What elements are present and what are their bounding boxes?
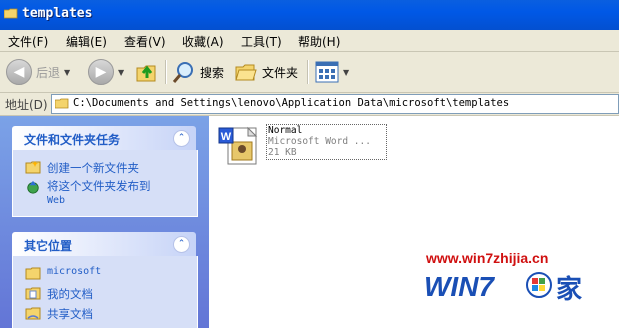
file-name: Normal <box>268 125 303 136</box>
menu-tools[interactable]: 工具(T) <box>241 33 282 50</box>
forward-dropdown-icon: ▼ <box>118 67 125 77</box>
back-button[interactable]: ◀ 后退 ▼ <box>6 57 70 87</box>
place-my-documents[interactable]: 我的文档 <box>25 286 93 302</box>
word-document-icon: W <box>218 126 258 165</box>
file-size: 21 KB <box>268 147 297 158</box>
watermark-url: www.win7zhijia.cn <box>426 250 549 266</box>
title-bar: templates <box>0 0 619 30</box>
collapse-chevron-icon[interactable]: ⌃ <box>173 236 190 253</box>
places-panel-title: 其它位置 <box>24 239 73 253</box>
place-microsoft[interactable]: microsoft <box>25 266 101 280</box>
folders-icon <box>235 64 257 81</box>
up-folder-button[interactable] <box>135 57 159 87</box>
place-my-documents-label: 我的文档 <box>47 287 93 301</box>
task-publish-web-sub: Web <box>47 195 66 206</box>
back-label: 后退 <box>36 65 61 80</box>
menu-file[interactable]: 文件(F) <box>8 33 48 50</box>
task-new-folder[interactable]: 创建一个新文件夹 <box>25 160 139 176</box>
place-microsoft-label: microsoft <box>47 266 102 277</box>
folder-icon <box>55 98 69 109</box>
svg-text:家: 家 <box>556 274 582 304</box>
collapse-chevron-icon[interactable]: ⌃ <box>173 130 190 147</box>
tasks-panel-body: 创建一个新文件夹 将这个文件夹发布到 Web <box>12 150 198 217</box>
place-shared-documents[interactable]: 共享文档 <box>25 306 93 322</box>
file-type: Microsoft Word ... <box>268 136 371 147</box>
menu-favorites[interactable]: 收藏(A) <box>182 33 224 50</box>
publish-web-icon <box>27 180 39 194</box>
tasks-panel-header[interactable]: 文件和文件夹任务 ⌃ <box>12 126 196 150</box>
folders-button[interactable]: 文件夹 <box>234 57 298 87</box>
forward-arrow-icon: ▶ <box>88 59 114 85</box>
folder-icon <box>4 8 18 19</box>
views-dropdown-icon: ▼ <box>343 67 350 77</box>
search-icon <box>172 62 193 83</box>
address-label: 地址(D) <box>5 98 48 112</box>
address-bar: 地址(D) C:\Documents and Settings\lenovo\A… <box>0 93 619 116</box>
places-panel-body: microsoft 我的文档 共享文档 <box>12 256 198 329</box>
search-label: 搜索 <box>200 65 225 80</box>
watermark-logo: WIN7 家 <box>424 271 582 304</box>
menu-help[interactable]: 帮助(H) <box>298 33 340 50</box>
folder-icon <box>25 267 41 280</box>
window-title: templates <box>22 6 93 21</box>
shared-documents-icon <box>25 307 41 320</box>
address-path: C:\Documents and Settings\lenovo\Applica… <box>73 97 510 109</box>
task-sidebar: 文件和文件夹任务 ⌃ 创建一个新文件夹 将这个文件夹发布到 Web 其它位置 ⌃ <box>0 116 209 329</box>
address-input[interactable]: C:\Documents and Settings\lenovo\Applica… <box>51 94 619 114</box>
svg-text:WIN7: WIN7 <box>424 271 495 302</box>
new-folder-icon <box>25 161 41 174</box>
watermark: www.win7zhijia.cn WIN7 家 <box>422 246 592 304</box>
place-shared-documents-label: 共享文档 <box>47 307 93 321</box>
folders-label: 文件夹 <box>262 65 299 80</box>
tasks-panel-title: 文件和文件夹任务 <box>24 133 121 147</box>
views-icon <box>315 61 339 83</box>
toolbar-separator <box>307 60 309 84</box>
task-publish-web-text: 将这个文件夹发布到 <box>47 179 151 193</box>
task-publish-web[interactable]: 将这个文件夹发布到 Web <box>25 180 151 207</box>
back-arrow-icon: ◀ <box>6 59 32 85</box>
toolbar-separator <box>165 60 167 84</box>
toolbar: ◀ 后退 ▼ ▶ ▼ 搜索 文件夹 ▼ <box>0 52 619 93</box>
views-button[interactable]: ▼ <box>315 57 349 87</box>
menu-edit[interactable]: 编辑(E) <box>66 33 107 50</box>
file-info: Normal Microsoft Word ... 21 KB <box>266 124 387 160</box>
forward-button[interactable]: ▶ ▼ <box>88 57 124 87</box>
up-folder-icon <box>136 65 156 82</box>
search-button[interactable]: 搜索 <box>172 57 224 87</box>
menu-bar: 文件(F) 编辑(E) 查看(V) 收藏(A) 工具(T) 帮助(H) <box>0 30 619 52</box>
back-dropdown-icon: ▼ <box>64 67 71 77</box>
places-panel-header[interactable]: 其它位置 ⌃ <box>12 232 196 256</box>
my-documents-icon <box>25 287 41 300</box>
svg-text:W: W <box>221 131 232 143</box>
menu-view[interactable]: 查看(V) <box>124 33 166 50</box>
task-publish-web-label: 将这个文件夹发布到 Web <box>47 180 151 207</box>
task-new-folder-label: 创建一个新文件夹 <box>47 161 139 175</box>
